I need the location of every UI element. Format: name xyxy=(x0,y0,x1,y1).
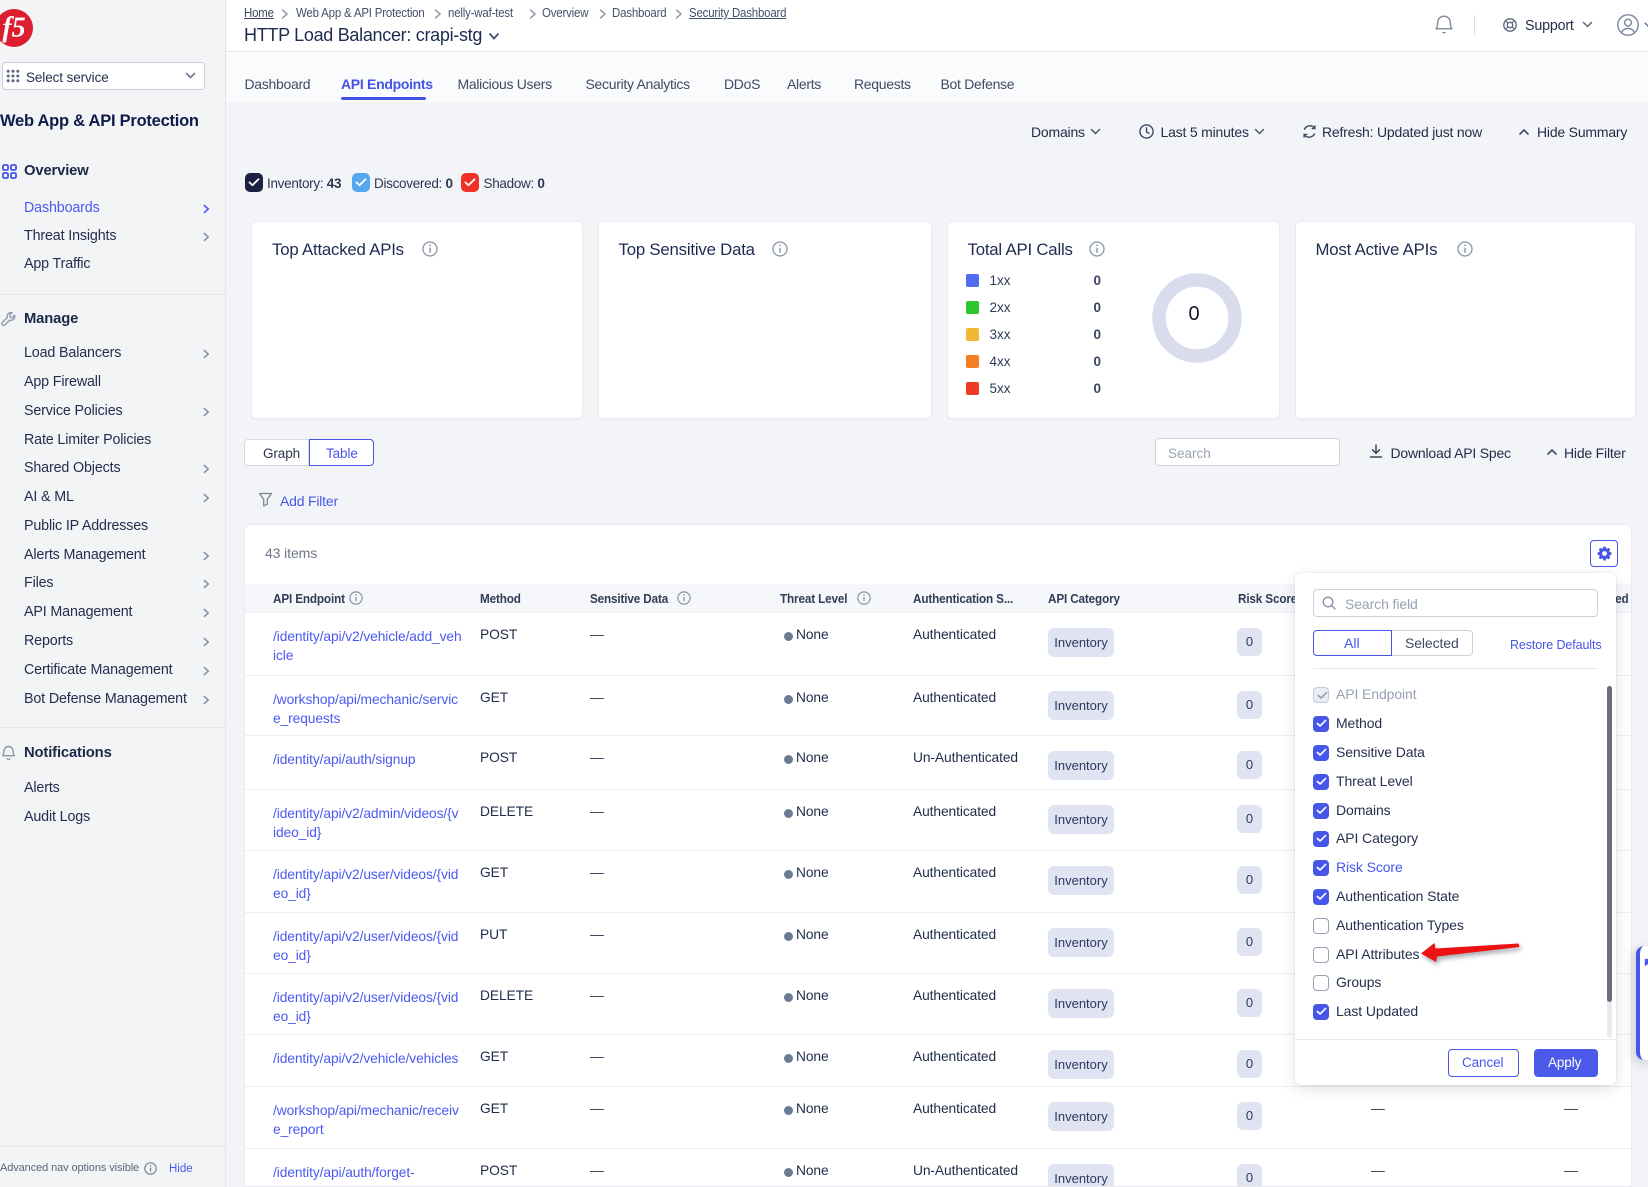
svg-text:f5: f5 xyxy=(2,12,25,43)
